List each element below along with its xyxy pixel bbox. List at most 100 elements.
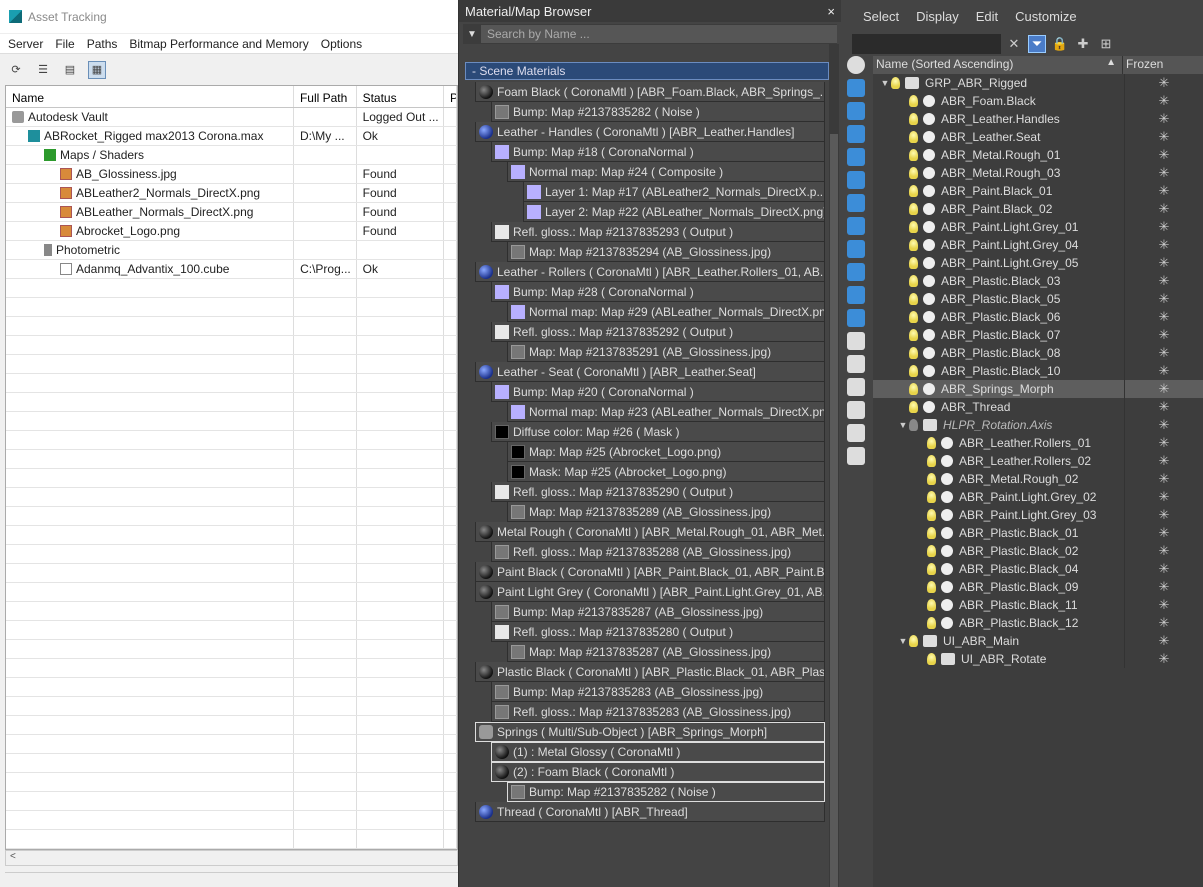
freeze-toggle-icon[interactable]: ✳ <box>1125 633 1203 649</box>
visibility-bulb-icon[interactable] <box>909 131 918 143</box>
sort-icon[interactable] <box>847 447 865 465</box>
freeze-toggle-icon[interactable]: ✳ <box>1125 471 1203 487</box>
visibility-bulb-icon[interactable] <box>909 95 918 107</box>
display-all-icon[interactable] <box>847 332 865 350</box>
column-full-path[interactable]: Full Path <box>294 86 357 107</box>
material-item[interactable]: Normal map: Map #24 ( Composite ) <box>507 162 825 182</box>
visibility-bulb-icon[interactable] <box>927 527 936 539</box>
display-hidden-icon[interactable] <box>847 309 865 327</box>
material-item[interactable]: Refl. gloss.: Map #2137835280 ( Output ) <box>491 622 825 642</box>
freeze-toggle-icon[interactable]: ✳ <box>1125 525 1203 541</box>
visibility-bulb-icon[interactable] <box>909 167 918 179</box>
display-frozen-icon[interactable] <box>847 286 865 304</box>
scene-row[interactable]: ABR_Plastic.Black_07 ✳ <box>873 326 1203 344</box>
freeze-toggle-icon[interactable]: ✳ <box>1125 327 1203 343</box>
material-item[interactable]: Layer 2: Map #22 (ABLeather_Normals_Dire… <box>523 202 825 222</box>
scene-row[interactable]: ABR_Paint.Black_02 ✳ <box>873 200 1203 218</box>
material-item[interactable]: Thread ( CoronaMtl ) [ABR_Thread] <box>475 802 825 822</box>
visibility-bulb-icon[interactable] <box>927 509 936 521</box>
visibility-bulb-icon[interactable] <box>927 617 936 629</box>
expand-icon[interactable]: ▼ <box>879 78 891 88</box>
freeze-toggle-icon[interactable]: ✳ <box>1125 273 1203 289</box>
scene-row[interactable]: ABR_Paint.Light.Grey_01 ✳ <box>873 218 1203 236</box>
material-item[interactable]: Map: Map #2137835291 (AB_Glossiness.jpg) <box>507 342 825 362</box>
scene-row[interactable]: ABR_Paint.Black_01 ✳ <box>873 182 1203 200</box>
close-icon[interactable]: × <box>827 4 835 19</box>
freeze-toggle-icon[interactable]: ✳ <box>1125 507 1203 523</box>
scene-row[interactable]: ABR_Leather.Rollers_01 ✳ <box>873 434 1203 452</box>
material-item[interactable]: Bump: Map #28 ( CoronaNormal ) <box>491 282 825 302</box>
visibility-bulb-icon[interactable] <box>927 491 936 503</box>
freeze-toggle-icon[interactable]: ✳ <box>1125 219 1203 235</box>
scene-row[interactable]: ▼ GRP_ABR_Rigged ✳ <box>873 74 1203 92</box>
table-row[interactable]: ABRocket_Rigged max2013 Corona.max D:\My … <box>6 127 457 146</box>
column-name[interactable]: Name <box>6 86 294 107</box>
scene-row[interactable]: ABR_Thread ✳ <box>873 398 1203 416</box>
visibility-bulb-icon[interactable] <box>909 365 918 377</box>
column-frozen[interactable]: Frozen <box>1123 56 1201 74</box>
visibility-bulb-icon[interactable] <box>909 149 918 161</box>
options-dropdown-icon[interactable]: ▼ <box>463 29 481 40</box>
freeze-toggle-icon[interactable]: ✳ <box>1125 579 1203 595</box>
material-item[interactable]: Normal map: Map #23 (ABLeather_Normals_D… <box>507 402 825 422</box>
menu-bitmap-performance[interactable]: Bitmap Performance and Memory <box>129 37 308 51</box>
scene-row[interactable]: ABR_Plastic.Black_01 ✳ <box>873 524 1203 542</box>
material-item[interactable]: Paint Black ( CoronaMtl ) [ABR_Paint.Bla… <box>475 562 825 582</box>
scene-row[interactable]: ABR_Paint.Light.Grey_04 ✳ <box>873 236 1203 254</box>
visibility-bulb-icon[interactable] <box>909 293 918 305</box>
expand-icon[interactable]: ▼ <box>897 420 909 430</box>
scene-row[interactable]: ABR_Springs_Morph ✳ <box>873 380 1203 398</box>
material-item[interactable]: Diffuse color: Map #26 ( Mask ) <box>491 422 825 442</box>
column-status[interactable]: Status <box>357 86 444 107</box>
thumbnail-view-icon[interactable]: ▤ <box>61 61 79 79</box>
scene-row[interactable]: ABR_Plastic.Black_11 ✳ <box>873 596 1203 614</box>
material-item[interactable]: Bump: Map #2137835282 ( Noise ) <box>507 782 825 802</box>
material-item[interactable]: Bump: Map #2137835287 (AB_Glossiness.jpg… <box>491 602 825 622</box>
visibility-bulb-icon[interactable] <box>927 455 936 467</box>
scene-row[interactable]: ABR_Paint.Light.Grey_05 ✳ <box>873 254 1203 272</box>
display-groups-icon[interactable] <box>847 194 865 212</box>
browser-scrollbar[interactable] <box>829 44 839 887</box>
display-helpers-icon[interactable] <box>847 148 865 166</box>
visibility-bulb-icon[interactable] <box>909 221 918 233</box>
visibility-bulb-icon[interactable] <box>909 275 918 287</box>
scene-row[interactable]: ABR_Paint.Light.Grey_03 ✳ <box>873 506 1203 524</box>
clear-icon[interactable]: ✕ <box>1005 35 1023 53</box>
display-bones-icon[interactable] <box>847 240 865 258</box>
scene-row[interactable]: ABR_Plastic.Black_08 ✳ <box>873 344 1203 362</box>
table-row[interactable]: Photometric <box>6 241 457 260</box>
column-name-sorted[interactable]: Name (Sorted Ascending) ▲ <box>873 56 1123 74</box>
visibility-bulb-icon[interactable] <box>909 635 918 647</box>
menu-select[interactable]: Select <box>863 9 899 24</box>
search-input[interactable]: Search by Name ... <box>481 25 837 43</box>
invert-display-icon[interactable] <box>847 378 865 396</box>
expand-icon[interactable]: ▼ <box>897 636 909 646</box>
material-item[interactable]: Refl. gloss.: Map #2137835292 ( Output ) <box>491 322 825 342</box>
table-row[interactable]: Abrocket_Logo.png Found <box>6 222 457 241</box>
scene-row[interactable]: ABR_Leather.Handles ✳ <box>873 110 1203 128</box>
scene-row[interactable]: ABR_Paint.Light.Grey_02 ✳ <box>873 488 1203 506</box>
visibility-bulb-icon[interactable] <box>927 653 936 665</box>
freeze-toggle-icon[interactable]: ✳ <box>1125 111 1203 127</box>
scene-row[interactable]: ABR_Plastic.Black_10 ✳ <box>873 362 1203 380</box>
visibility-bulb-icon[interactable] <box>927 563 936 575</box>
horizontal-scrollbar[interactable]: < <box>5 850 458 866</box>
scene-row[interactable]: ABR_Plastic.Black_12 ✳ <box>873 614 1203 632</box>
freeze-toggle-icon[interactable]: ✳ <box>1125 543 1203 559</box>
freeze-toggle-icon[interactable]: ✳ <box>1125 615 1203 631</box>
visibility-bulb-icon[interactable] <box>909 257 918 269</box>
display-containers-icon[interactable] <box>847 263 865 281</box>
scene-row[interactable]: ABR_Metal.Rough_03 ✳ <box>873 164 1203 182</box>
scene-row[interactable]: ABR_Plastic.Black_09 ✳ <box>873 578 1203 596</box>
menu-paths[interactable]: Paths <box>87 37 118 51</box>
menu-display[interactable]: Display <box>916 9 959 24</box>
material-item[interactable]: (1) : Metal Glossy ( CoronaMtl ) <box>491 742 825 762</box>
display-none-icon[interactable] <box>847 355 865 373</box>
menu-customize[interactable]: Customize <box>1015 9 1076 24</box>
lock-icon[interactable]: 🔒 <box>1051 35 1069 53</box>
scene-row[interactable]: ABR_Plastic.Black_03 ✳ <box>873 272 1203 290</box>
material-item[interactable]: (2) : Foam Black ( CoronaMtl ) <box>491 762 825 782</box>
material-item[interactable]: Bump: Map #2137835283 (AB_Glossiness.jpg… <box>491 682 825 702</box>
visibility-bulb-icon[interactable] <box>909 239 918 251</box>
freeze-toggle-icon[interactable]: ✳ <box>1125 291 1203 307</box>
